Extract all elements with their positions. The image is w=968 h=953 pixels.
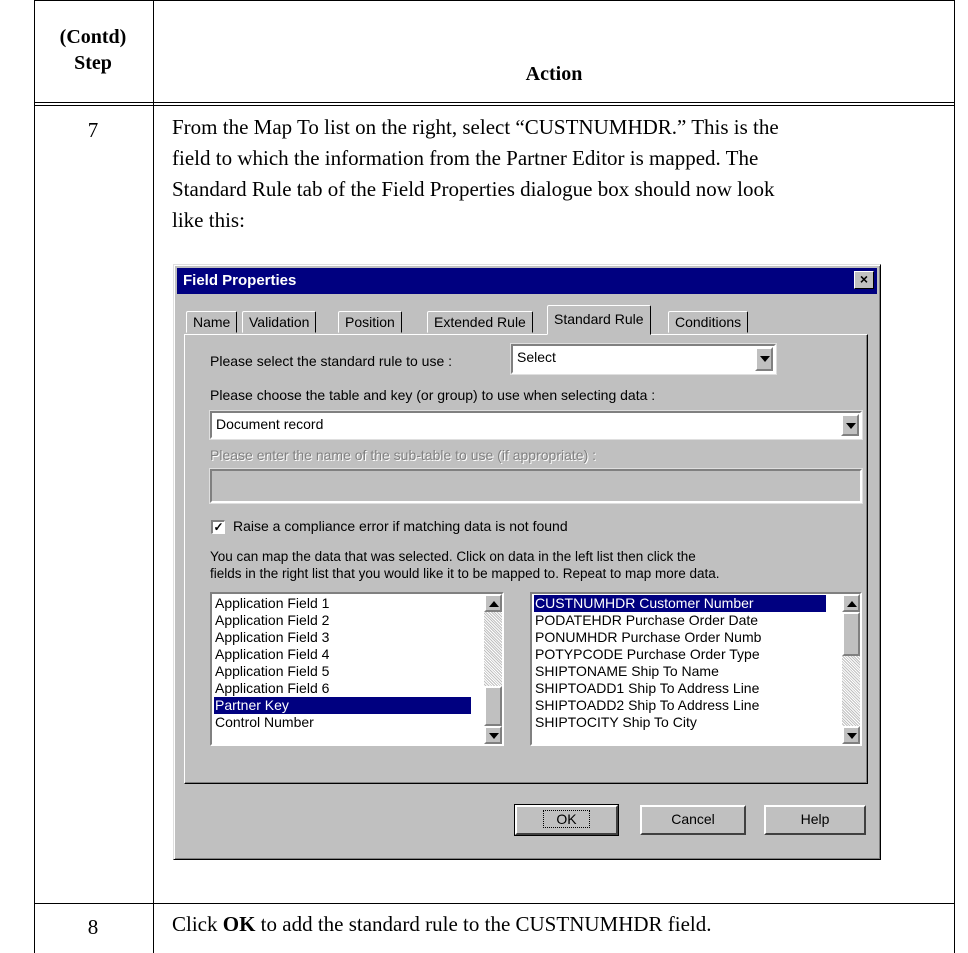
table-select-dropdown-button[interactable] xyxy=(841,414,859,436)
subtable-input[interactable] xyxy=(209,468,863,504)
tab-standard-rule[interactable]: Standard Rule xyxy=(547,305,651,335)
map-to-scrollbar[interactable] xyxy=(842,594,860,744)
step-8-instructions: Click OK to add the standard rule to the… xyxy=(172,909,942,940)
scroll-thumb[interactable] xyxy=(842,612,860,656)
help-button[interactable]: Help xyxy=(764,805,866,835)
scroll-down-button[interactable] xyxy=(484,726,502,744)
list-item[interactable]: SHIPTOCITY Ship To City xyxy=(534,714,826,731)
chevron-down-icon xyxy=(489,733,499,739)
rule-select-value: Select xyxy=(517,349,556,365)
check-icon: ✓ xyxy=(213,520,224,534)
table-column-divider xyxy=(153,0,154,953)
header-step-line2: Step xyxy=(74,52,112,74)
list-item[interactable]: Application Field 4 xyxy=(214,646,471,663)
table-right-border xyxy=(954,0,955,953)
list-item[interactable]: Application Field 5 xyxy=(214,663,471,680)
scroll-up-button[interactable] xyxy=(842,594,860,612)
list-item[interactable]: POTYPCODE Purchase Order Type xyxy=(534,646,826,663)
step-7-line-2: field to which the information from the … xyxy=(172,146,759,170)
table-header-rule-2 xyxy=(34,105,955,106)
step-number-8: 8 xyxy=(87,915,99,939)
list-item[interactable]: SHIPTOADD2 Ship To Address Line xyxy=(534,697,826,714)
list-item-selected[interactable]: Partner Key xyxy=(214,697,471,714)
rule-select[interactable]: Select xyxy=(510,343,777,375)
list-item[interactable]: Application Field 1 xyxy=(214,595,471,612)
field-properties-dialog: Field Properties × Name Validation Posit… xyxy=(173,264,881,860)
chevron-up-icon xyxy=(847,601,857,607)
dialog-title: Field Properties xyxy=(183,272,297,289)
table-header-rule xyxy=(34,102,955,103)
list-item[interactable]: Application Field 2 xyxy=(214,612,471,629)
scroll-up-button[interactable] xyxy=(484,594,502,612)
header-action: Action xyxy=(525,63,583,85)
step-8-text-post: to add the standard rule to the CUSTNUMH… xyxy=(255,912,712,936)
subtable-label: Please enter the name of the sub-table t… xyxy=(210,447,597,463)
list-item[interactable]: SHIPTOADD1 Ship To Address Line xyxy=(534,680,826,697)
tab-name[interactable]: Name xyxy=(186,311,238,333)
instructions-line-1: You can map the data that was selected. … xyxy=(210,549,696,564)
instructions-line-2: fields in the right list that you would … xyxy=(210,566,720,581)
tab-position[interactable]: Position xyxy=(338,311,402,333)
header-step: (Contd) Step xyxy=(34,24,152,76)
dialog-titlebar[interactable]: Field Properties × xyxy=(177,268,877,294)
table-row-divider xyxy=(34,903,955,904)
rule-label: Please select the standard rule to use : xyxy=(210,353,453,369)
map-from-list[interactable]: Application Field 1 Application Field 2 … xyxy=(210,592,504,746)
list-item[interactable]: SHIPTONAME Ship To Name xyxy=(534,663,826,680)
ok-button[interactable]: OK xyxy=(514,804,619,836)
list-item[interactable]: PODATEHDR Purchase Order Date xyxy=(534,612,826,629)
list-item[interactable]: PONUMHDR Purchase Order Numb xyxy=(534,629,826,646)
chevron-down-icon xyxy=(760,356,770,362)
step-number-7: 7 xyxy=(87,118,99,142)
tab-conditions[interactable]: Conditions xyxy=(668,311,749,333)
close-icon: × xyxy=(859,271,869,287)
list-item-selected[interactable]: CUSTNUMHDR Customer Number xyxy=(534,595,826,612)
step-7-instructions: From the Map To list on the right, selec… xyxy=(172,112,942,236)
step-8-text-pre: Click xyxy=(172,912,223,936)
tab-extended-rule[interactable]: Extended Rule xyxy=(427,311,533,333)
step-7-line-4: like this: xyxy=(172,208,245,232)
scroll-thumb[interactable] xyxy=(484,686,502,726)
step-8-ok-emphasis: OK xyxy=(222,912,256,936)
list-item[interactable]: Control Number xyxy=(214,714,471,731)
table-select[interactable]: Document record xyxy=(209,410,863,440)
step-7-line-1: From the Map To list on the right, selec… xyxy=(172,115,779,139)
map-to-list[interactable]: CUSTNUMHDR Customer Number PODATEHDR Pur… xyxy=(530,592,862,746)
step-7-line-3: Standard Rule tab of the Field Propertie… xyxy=(172,177,775,201)
header-step-line1: (Contd) xyxy=(59,26,127,48)
table-select-value: Document record xyxy=(216,416,324,432)
rule-select-dropdown-button[interactable] xyxy=(755,347,773,371)
standard-rule-panel: Please select the standard rule to use :… xyxy=(184,334,868,784)
ok-button-label: OK xyxy=(543,810,590,828)
compliance-label: Raise a compliance error if matching dat… xyxy=(233,518,568,534)
map-from-scrollbar[interactable] xyxy=(484,594,502,744)
chevron-down-icon xyxy=(847,733,857,739)
scroll-down-button[interactable] xyxy=(842,726,860,744)
chevron-down-icon xyxy=(846,423,856,429)
tab-validation[interactable]: Validation xyxy=(242,311,317,333)
compliance-checkbox[interactable]: ✓ xyxy=(211,520,225,534)
list-item[interactable]: Application Field 3 xyxy=(214,629,471,646)
close-button[interactable]: × xyxy=(854,271,874,289)
table-top-border xyxy=(34,0,955,1)
table-label: Please choose the table and key (or grou… xyxy=(210,387,656,403)
chevron-up-icon xyxy=(489,601,499,607)
list-item[interactable]: Application Field 6 xyxy=(214,680,471,697)
cancel-button[interactable]: Cancel xyxy=(640,805,746,835)
